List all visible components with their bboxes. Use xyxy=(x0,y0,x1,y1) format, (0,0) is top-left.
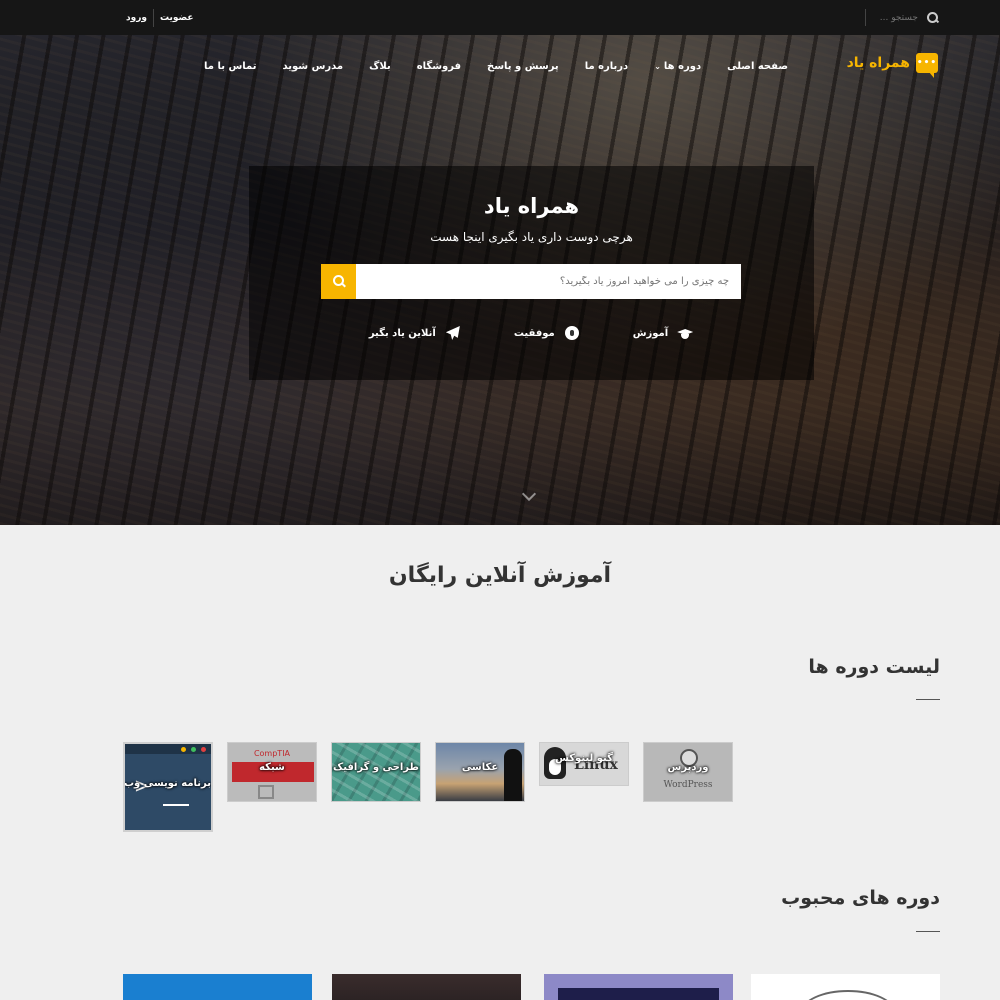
nav-item-become-teacher[interactable]: مدرس شوید xyxy=(282,61,343,72)
rebel-icon xyxy=(563,326,581,340)
nav-item-home[interactable]: صفحه اصلی xyxy=(727,61,788,72)
course-card-network[interactable]: CompTIA شبکه xyxy=(227,742,317,802)
graduation-cap-icon xyxy=(676,326,694,340)
auth-links: ورود عضویت xyxy=(120,0,200,35)
course-label: شبکه xyxy=(259,762,285,773)
login-link[interactable]: ورود xyxy=(120,13,153,23)
feature-label: موفقیت xyxy=(513,327,555,339)
heading-underline xyxy=(916,931,940,932)
course-label: عکاسی xyxy=(461,762,499,773)
search-icon[interactable] xyxy=(926,11,940,25)
feature-education: آموزش xyxy=(633,326,694,340)
heading-underline xyxy=(916,699,940,700)
search-divider xyxy=(865,9,866,26)
register-link[interactable]: عضویت xyxy=(154,13,200,23)
courses-heading: لیست دوره ها xyxy=(808,656,940,678)
nav-menu: صفحه اصلی دوره ها ⌄ درباره ما پرسش و پاسخ… xyxy=(178,35,788,97)
nav-item-qa[interactable]: پرسش و پاسخ xyxy=(487,61,559,72)
hero-title: همراه یاد xyxy=(483,194,580,218)
nav-item-contact[interactable]: تماس با ما xyxy=(204,61,256,72)
popular-course-card[interactable] xyxy=(123,974,312,1000)
popular-heading: دوره های محبوب xyxy=(781,887,940,909)
top-search-input[interactable] xyxy=(848,12,918,23)
network-icon xyxy=(258,785,274,799)
top-search xyxy=(848,0,940,35)
hero-search-input[interactable] xyxy=(356,264,741,299)
course-brand: WordPress xyxy=(663,780,713,790)
nav-item-label: بلاگ xyxy=(369,60,391,72)
chevron-down-icon: ⌄ xyxy=(654,61,661,71)
feature-online: آنلاین یاد بگیر xyxy=(369,326,462,340)
course-card-linux[interactable]: Linux گنو لینوکس xyxy=(539,742,629,786)
paper-plane-icon xyxy=(444,326,462,340)
popular-course-card[interactable] xyxy=(544,974,733,1000)
window-dot-icon xyxy=(181,747,186,752)
nav-item-about[interactable]: درباره ما xyxy=(585,61,629,72)
window-dot-icon xyxy=(191,747,196,752)
hero-features: آموزش موفقیت آنلاین یاد بگیر xyxy=(249,326,814,340)
course-card-photography[interactable]: عکاسی xyxy=(435,742,525,802)
feature-success: موفقیت xyxy=(514,326,581,340)
window-bar xyxy=(125,744,211,754)
main-nav: ••• همراه یاد صفحه اصلی دوره ها ⌄ درباره … xyxy=(0,35,1000,97)
search-button[interactable] xyxy=(321,264,356,299)
course-label: گنو لینوکس xyxy=(555,753,613,764)
nav-item-shop[interactable]: فروشگاه xyxy=(417,61,461,72)
popular-course-card[interactable] xyxy=(332,974,521,1000)
course-card-design[interactable]: طراحی و گرافیک xyxy=(331,742,421,802)
top-bar: ورود عضویت xyxy=(0,0,1000,35)
nav-item-label: تماس با ما xyxy=(204,60,257,72)
nav-item-label: صفحه اصلی xyxy=(727,60,788,72)
chat-bubble-icon: ••• xyxy=(916,53,938,78)
nav-item-courses[interactable]: دوره ها ⌄ xyxy=(654,61,701,72)
logo-wordmark: همراه یاد xyxy=(846,55,910,71)
section-title: آموزش آنلاین رایگان xyxy=(388,563,612,588)
hero-panel: همراه یاد هرچی دوست داری یاد بگیری اینجا… xyxy=(249,166,814,380)
nav-item-label: پرسش و پاسخ xyxy=(487,60,559,72)
site-logo[interactable]: ••• همراه یاد xyxy=(846,53,938,78)
nav-item-label: درباره ما xyxy=(584,60,629,72)
hero-search xyxy=(321,264,741,299)
popular-course-card[interactable] xyxy=(751,974,940,1000)
nav-item-label: مدرس شوید xyxy=(282,60,344,72)
photographer-silhouette xyxy=(504,749,522,801)
nav-item-label: دوره ها xyxy=(663,60,702,72)
nav-item-blog[interactable]: بلاگ xyxy=(369,61,391,72)
course-label: وردپرس xyxy=(667,762,709,773)
hero-subtitle: هرچی دوست داری یاد بگیری اینجا هست xyxy=(430,230,633,244)
course-card-web-programming[interactable]: > برنامه نویسی وب xyxy=(123,742,213,832)
course-brand: CompTIA xyxy=(253,749,291,758)
terminal-cursor xyxy=(163,804,189,806)
nav-item-label: فروشگاه xyxy=(416,60,462,72)
feature-label: آموزش xyxy=(632,327,669,339)
course-label: طراحی و گرافیک xyxy=(333,762,419,773)
feature-label: آنلاین یاد بگیر xyxy=(368,327,436,339)
course-card-wordpress[interactable]: WordPress وردپرس xyxy=(643,742,733,802)
window-dot-icon xyxy=(201,747,206,752)
course-label: برنامه نویسی وب xyxy=(123,778,211,789)
